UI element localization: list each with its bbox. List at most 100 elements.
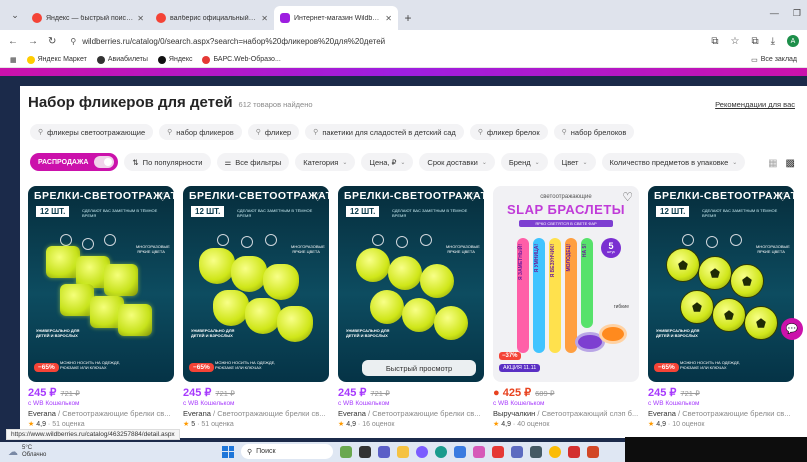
product-subtitle: СДЕЛАЮТ ВАС ЗАМЕТНЫМ В ТЁМНОЕ ВРЕМЯ [237,208,313,218]
product-image[interactable]: БРЕЛКИ-СВЕТООТРАЖАТЕЛИ 12 ШТ. СДЕЛАЮТ ВА… [28,186,174,382]
product-image[interactable]: БРЕЛКИ-СВЕТООТРАЖАТЕЛИ 12 ШТ. СДЕЛАЮТ ВА… [183,186,329,382]
product-card[interactable]: БРЕЛКИ-СВЕТООТРАЖАТЕЛИ 12 ШТ. СДЕЛАЮТ ВА… [183,186,329,428]
restore-icon[interactable]: ❐ [793,8,801,19]
forward-icon[interactable]: → [28,36,38,47]
browser-tab-search[interactable]: валберис официальный сайт –... ✕ [150,6,274,30]
back-icon[interactable]: ← [8,36,18,47]
powerpoint-icon[interactable] [587,445,599,458]
all-filters-button[interactable]: ⚌ Все фильтры [216,153,290,171]
edge-icon[interactable] [435,445,447,458]
product-rating: ★ 4,9 · 10 оценок [648,420,794,428]
search-results-page: Набор фликеров для детей 612 товаров най… [20,86,807,438]
all-bookmarks[interactable]: ▭ Все заклад [751,56,797,64]
suggestion-chip[interactable]: ⚲ фликеры светоотражающие [30,124,154,140]
extensions-icon[interactable]: ⧉ [751,36,758,47]
suggestion-chip[interactable]: ⚲ фликер брелок [469,124,548,140]
app-icon[interactable] [473,445,485,458]
browser-icon[interactable] [416,445,428,458]
tab-menu-icon[interactable]: ⌄ [4,4,26,26]
suggestion-chip[interactable]: ⚲ набор фликеров [159,124,242,140]
quick-view-button[interactable]: Быстрый просмотр [362,360,476,376]
product-image[interactable]: светоотражающие SLAP БРАСЛЕТЫ ЯРКО СВЕТЯ… [493,186,639,382]
suggestion-chip[interactable]: ⚲ пакетики для сладостей в детский сад [305,124,464,140]
teams-icon[interactable] [378,445,390,458]
filter-color[interactable]: Цвет ⌄ [553,153,596,171]
favorite-heart-icon[interactable]: ♡ [157,190,168,204]
reviews-count: · 16 оценок [357,421,395,428]
product-title[interactable]: Everana / Светоотражающие брелки св... [183,409,329,418]
product-title[interactable]: Выручалкин / Светоотражающий слэп б... [493,409,639,418]
bookmark-bars[interactable]: БАРС.Web-Образо... [202,55,281,64]
sort-button[interactable]: ⇅ По популярности [124,153,211,171]
bookmarks-bar: ▦ Яндекс Маркет Авиабилеты Яндекс БАРС.W… [0,52,807,68]
task-view-icon[interactable] [359,445,371,458]
product-universal-note: УНИВЕРСАЛЬНО ДЛЯ ДЕТЕЙ И ВЗРОСЛЫХ [346,328,390,338]
folder-icon: ▭ [751,56,758,64]
cloud-icon: ☁ [8,446,18,458]
product-image[interactable]: БРЕЛКИ-СВЕТООТРАЖАТЕЛИ 12 ШТ. СДЕЛАЮТ ВА… [648,186,794,382]
sale-toggle[interactable]: РАСПРОДАЖА [30,153,119,171]
chat-support-button[interactable]: 💬 [781,318,803,340]
widgets-icon[interactable] [340,445,352,458]
url-field[interactable]: ⚲ wildberries.ru/catalog/0/search.aspx?s… [66,32,701,50]
weather-widget[interactable]: ☁ 5°C Облачно [0,445,46,458]
bookmark-star-icon[interactable]: ☆ [730,36,739,47]
product-card[interactable]: БРЕЛКИ-СВЕТООТРАЖАТЕЛИ 12 ШТ. СДЕЛАЮТ ВА… [28,186,174,428]
apps-grid-icon[interactable]: ▦ [10,56,17,64]
minimize-icon[interactable]: — [770,8,779,19]
folder-icon[interactable] [397,445,409,458]
product-name: Светоотражающие брелки св... [372,409,481,418]
install-app-icon[interactable]: ⧉ [711,36,718,47]
bookmark-avia[interactable]: Авиабилеты [96,55,148,64]
product-title[interactable]: Everana / Светоотражающие брелки св... [648,409,794,418]
browser-tab-wildberries[interactable]: Интернет-магазин Wildberries... ✕ [274,6,398,30]
product-old-price: 689 ₽ [535,389,555,398]
browser-tab-yandex[interactable]: Яндекс — быстрый поиск в и... ✕ [26,6,150,30]
site-info-icon[interactable]: ⚲ [70,37,76,46]
product-banner: БРЕЛКИ-СВЕТООТРАЖАТЕЛИ [34,190,174,202]
product-title[interactable]: Everana / Светоотражающие брелки св... [28,409,174,418]
favorite-heart-icon[interactable]: ♡ [312,190,323,204]
app-icon[interactable] [530,445,542,458]
product-card[interactable]: светоотражающие SLAP БРАСЛЕТЫ ЯРКО СВЕТЯ… [493,186,639,428]
filter-category[interactable]: Категория ⌄ [295,153,356,171]
filter-price[interactable]: Цена, ₽ ⌄ [361,153,414,171]
filter-quantity[interactable]: Количество предметов в упаковке ⌄ [601,153,746,171]
reload-icon[interactable]: ↻ [48,36,56,47]
toggle-switch[interactable] [94,156,115,168]
store-icon[interactable] [454,445,466,458]
weather-temp: 5°C [22,445,33,452]
bookmark-yandex-market[interactable]: Яндекс Маркет [26,55,87,64]
bookmark-yandex[interactable]: Яндекс [157,55,192,64]
grid-large-icon[interactable]: ▦ [768,158,777,169]
close-tab-icon[interactable]: ✕ [137,14,144,23]
yandex-icon[interactable] [492,445,504,458]
chrome-icon[interactable] [549,445,561,458]
pdf-icon[interactable] [568,445,580,458]
download-icon[interactable]: ⤓ [771,36,775,47]
product-card[interactable]: БРЕЛКИ-СВЕТООТРАЖАТЕЛИ 12 ШТ. СДЕЛАЮТ ВА… [648,186,794,428]
app-icon[interactable] [511,445,523,458]
product-image[interactable]: БРЕЛКИ-СВЕТООТРАЖАТЕЛИ 12 ШТ. СДЕЛАЮТ ВА… [338,186,484,382]
product-title[interactable]: Everana / Светоотражающие брелки св... [338,409,484,418]
new-tab-button[interactable]: + [398,6,418,30]
close-tab-icon[interactable]: ✕ [261,14,268,23]
windows-start-icon[interactable] [222,445,234,458]
favorite-heart-icon[interactable]: ♡ [777,190,788,204]
recommendations-link[interactable]: Рекомендации для вас [715,100,795,109]
filter-delivery[interactable]: Срок доставки ⌄ [419,153,495,171]
close-tab-icon[interactable]: ✕ [385,14,392,23]
favorite-heart-icon[interactable]: ♡ [467,190,478,204]
product-card[interactable]: БРЕЛКИ-СВЕТООТРАЖАТЕЛИ 12 ШТ. СДЕЛАЮТ ВА… [338,186,484,428]
results-count: 612 товаров найдено [238,100,313,109]
filter-brand[interactable]: Бренд ⌄ [500,153,548,171]
suggestion-chip[interactable]: ⚲ набор брелоков [553,124,635,140]
product-subtitle: СДЕЛАЮТ ВАС ЗАМЕТНЫМ В ТЁМНОЕ ВРЕМЯ [392,208,468,218]
profile-avatar[interactable]: A [787,35,799,47]
product-universal-note: УНИВЕРСАЛЬНО ДЛЯ ДЕТЕЙ И ВЗРОСЛЫХ [656,328,700,338]
favorite-heart-icon[interactable]: ♡ [622,190,633,204]
suggestion-chip[interactable]: ⚲ фликер [247,124,300,140]
tab-title: валберис официальный сайт –... [170,14,258,22]
grid-small-icon[interactable]: ▩ [786,158,795,169]
taskbar-search[interactable]: ⚲ Поиск [241,444,333,459]
